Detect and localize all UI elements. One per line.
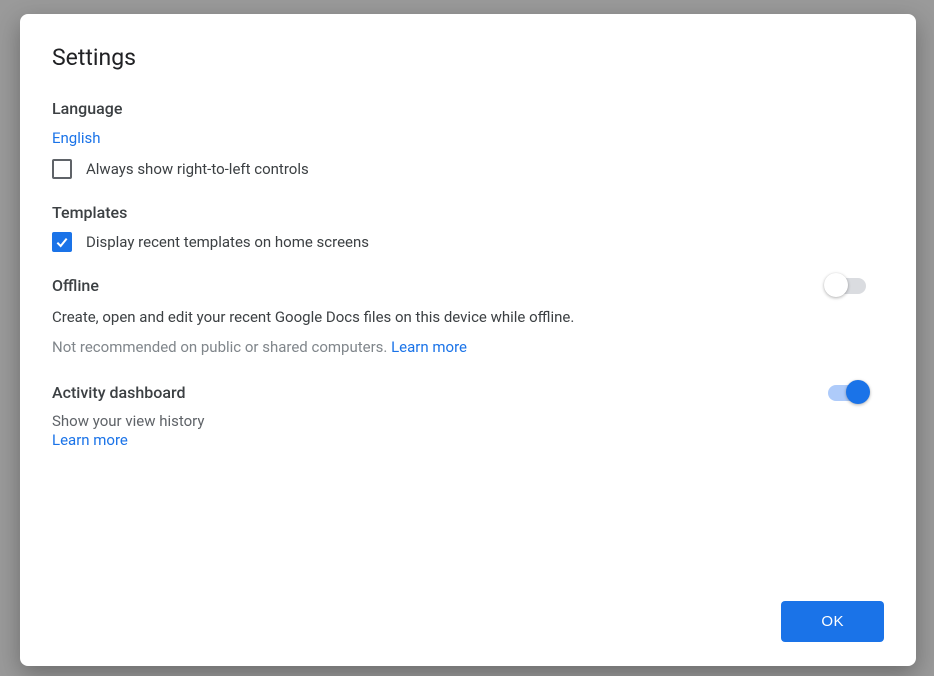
rtl-checkbox-label: Always show right-to-left controls bbox=[86, 160, 309, 178]
offline-section: Offline Create, open and edit your recen… bbox=[52, 276, 884, 359]
activity-description: Show your view history bbox=[52, 412, 828, 430]
dialog-title: Settings bbox=[52, 44, 884, 71]
rtl-checkbox[interactable] bbox=[52, 159, 72, 179]
templates-header: Templates bbox=[52, 203, 884, 222]
language-current-link[interactable]: English bbox=[52, 129, 101, 147]
offline-hint-row: Not recommended on public or shared comp… bbox=[52, 335, 828, 359]
settings-dialog: Settings Language English Always show ri… bbox=[20, 14, 916, 666]
templates-checkbox[interactable] bbox=[52, 232, 72, 252]
toggle-knob bbox=[846, 380, 870, 404]
templates-section: Templates Display recent templates on ho… bbox=[52, 203, 884, 252]
activity-learn-more-link[interactable]: Learn more bbox=[52, 431, 128, 449]
offline-description: Create, open and edit your recent Google… bbox=[52, 305, 828, 329]
ok-button[interactable]: OK bbox=[781, 601, 884, 642]
offline-learn-more-link[interactable]: Learn more bbox=[391, 338, 467, 356]
toggle-knob bbox=[824, 273, 848, 297]
language-section: Language English Always show right-to-le… bbox=[52, 99, 884, 179]
activity-header: Activity dashboard bbox=[52, 383, 828, 402]
offline-header: Offline bbox=[52, 276, 828, 295]
dialog-footer: OK bbox=[52, 601, 884, 642]
activity-toggle[interactable] bbox=[828, 385, 866, 401]
templates-checkbox-label: Display recent templates on home screens bbox=[86, 233, 369, 251]
templates-checkbox-row: Display recent templates on home screens bbox=[52, 232, 884, 252]
offline-toggle[interactable] bbox=[828, 278, 866, 294]
checkmark-icon bbox=[54, 234, 70, 250]
language-header: Language bbox=[52, 99, 884, 118]
activity-section: Activity dashboard Show your view histor… bbox=[52, 383, 884, 449]
rtl-checkbox-row: Always show right-to-left controls bbox=[52, 159, 884, 179]
offline-hint: Not recommended on public or shared comp… bbox=[52, 338, 391, 356]
